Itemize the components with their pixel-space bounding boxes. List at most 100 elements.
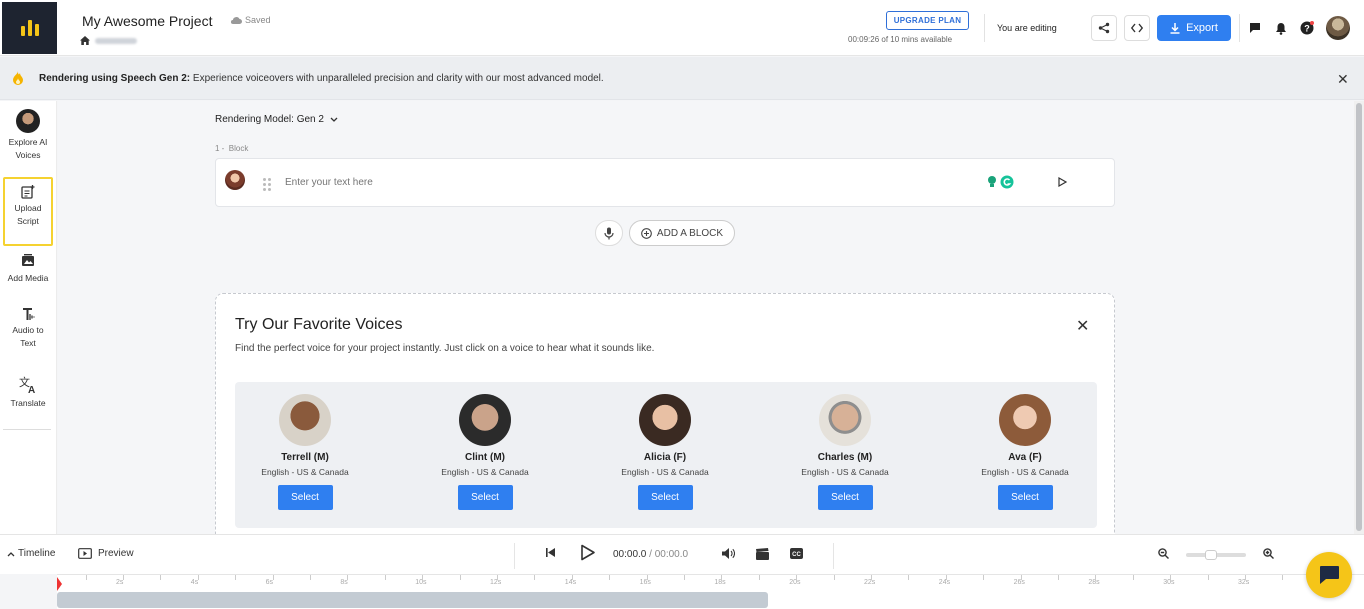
sidebar-item-upload-script[interactable]: Upload Script [3, 177, 53, 246]
sidebar-item-label: Explore AI Voices [8, 137, 48, 160]
select-voice-button[interactable]: Select [277, 485, 333, 510]
play-icon[interactable] [580, 544, 596, 561]
voice-avatar[interactable] [279, 394, 331, 446]
script-block [215, 158, 1115, 207]
flame-icon [13, 71, 23, 85]
sidebar-item-audio-to-text[interactable]: Audio to Text [3, 307, 53, 350]
drag-handle-icon[interactable] [263, 178, 271, 191]
ruler-tick [684, 575, 685, 580]
ruler-tick [721, 575, 723, 580]
voice-card-alicia[interactable]: Alicia (F) English - US & Canada Select [595, 394, 735, 510]
voice-avatar[interactable] [639, 394, 691, 446]
ruler-label: 20s [789, 579, 801, 586]
breadcrumb-folder[interactable] [95, 37, 137, 44]
editor-scrollbar[interactable] [1354, 101, 1364, 534]
add-block-button[interactable]: ADD A BLOCK [629, 220, 735, 246]
banner-message: Rendering using Speech Gen 2: Experience… [39, 73, 604, 84]
chat-support-button[interactable] [1306, 552, 1352, 598]
ruler-label: 28s [1088, 579, 1100, 586]
ai-voices-avatar-icon [16, 109, 40, 133]
ruler-label: 32s [1238, 579, 1250, 586]
block-number: 1 - [215, 144, 225, 153]
ruler-label: 16s [639, 579, 651, 586]
voice-card-ava[interactable]: Ava (F) English - US & Canada Select [955, 394, 1095, 510]
help-icon[interactable]: ? [1300, 21, 1314, 35]
zoom-out-icon[interactable] [1158, 548, 1169, 559]
block-text-input[interactable] [285, 177, 885, 188]
share-icon [1098, 22, 1110, 34]
banner-close-icon[interactable]: ✕ [1337, 71, 1349, 88]
voice-card-clint[interactable]: Clint (M) English - US & Canada Select [415, 394, 555, 510]
select-voice-button[interactable]: Select [637, 485, 693, 510]
time-available: 00:09:26 of 10 mins available [848, 35, 953, 44]
app-logo[interactable] [2, 2, 57, 54]
timecode: 00:00.0 / 00:00.0 [613, 549, 689, 560]
voice-name: Ava (F) [1008, 452, 1042, 463]
captions-icon[interactable]: CC [790, 548, 803, 559]
bulb-icon[interactable] [986, 175, 998, 189]
timeline-label: Timeline [18, 548, 56, 559]
ruler-tick [459, 575, 461, 580]
add-block-label: ADD A BLOCK [656, 227, 724, 239]
voice-avatar[interactable] [819, 394, 871, 446]
voice-name: Terrell (M) [281, 452, 329, 463]
rendering-model-label: Rendering Model: Gen 2 [215, 114, 324, 125]
ruler-label: 14s [564, 579, 577, 586]
saved-label: Saved [245, 15, 271, 25]
voice-card-charles[interactable]: Charles (M) English - US & Canada Select [775, 394, 915, 510]
sidebar-item-label: Translate [10, 398, 46, 408]
user-avatar[interactable] [1326, 16, 1350, 40]
voice-avatar[interactable] [999, 394, 1051, 446]
ruler-tick [1058, 575, 1059, 580]
rendering-model-dropdown[interactable]: Rendering Model: Gen 2 [215, 114, 338, 125]
record-voice-button[interactable] [595, 220, 623, 246]
block-play-icon[interactable] [1058, 177, 1067, 187]
voice-avatar[interactable] [459, 394, 511, 446]
ruler-label: 8s [340, 579, 348, 586]
scrollbar-thumb[interactable] [1356, 103, 1362, 531]
share-button[interactable] [1091, 15, 1117, 41]
sidebar-item-explore-ai-voices[interactable]: Explore AI Voices [3, 109, 53, 162]
sidebar-item-add-media[interactable]: Add Media [3, 254, 53, 285]
timeline-ruler[interactable]: 2s 4s 6s 8s 10s 12s 14s 16s 18s 20s 22s 24s 26s 28s 30… [57, 574, 1364, 591]
zoom-in-icon[interactable] [1263, 548, 1274, 559]
skip-back-icon[interactable] [546, 548, 555, 557]
timeline-toggle[interactable]: Timeline [7, 548, 55, 559]
ruler-tick [833, 575, 835, 580]
header-divider [984, 14, 985, 42]
volume-icon[interactable] [722, 548, 735, 559]
upgrade-plan-button[interactable]: UPGRADE PLAN [886, 11, 969, 30]
clapperboard-icon[interactable] [756, 548, 769, 560]
transport-bar: Timeline Preview 00:00.0 / 00:00.0 CC [0, 534, 1364, 574]
voices-close-icon[interactable]: ✕ [1076, 316, 1089, 336]
ruler-tick [497, 575, 498, 580]
project-title[interactable]: My Awesome Project [82, 13, 212, 29]
block-voice-avatar[interactable] [225, 170, 245, 190]
ruler-tick [1132, 575, 1134, 580]
preview-button[interactable]: Preview [78, 548, 134, 559]
zoom-slider-handle[interactable] [1205, 550, 1217, 560]
translate-icon: 文A [19, 376, 35, 394]
ruler-tick [646, 575, 648, 580]
editing-status: You are editing [997, 23, 1057, 33]
playhead-marker[interactable] [57, 577, 62, 591]
sidebar-item-label: Audio to Text [12, 325, 44, 348]
banner-body-text: Experience voiceovers with unparalleled … [190, 73, 604, 84]
ruler-label: 24s [938, 579, 951, 586]
select-voice-button[interactable]: Select [817, 485, 873, 510]
voice-card-terrell[interactable]: Terrell (M) English - US & Canada Select [235, 394, 375, 510]
export-button[interactable]: Export [1157, 15, 1231, 41]
ruler-tick [796, 575, 798, 580]
comments-icon[interactable] [1248, 21, 1262, 35]
grammarly-icon[interactable] [1000, 175, 1014, 189]
export-label: Export [1186, 22, 1218, 34]
home-icon[interactable] [80, 36, 90, 45]
embed-code-button[interactable] [1124, 15, 1150, 41]
bell-icon[interactable] [1274, 21, 1288, 35]
timeline-clip[interactable] [57, 592, 768, 608]
select-voice-button[interactable]: Select [997, 485, 1053, 510]
sidebar-item-translate[interactable]: 文A Translate [3, 376, 53, 410]
select-voice-button[interactable]: Select [457, 485, 513, 510]
audio-to-text-icon [23, 308, 35, 320]
current-time: 00:00.0 [613, 549, 647, 560]
